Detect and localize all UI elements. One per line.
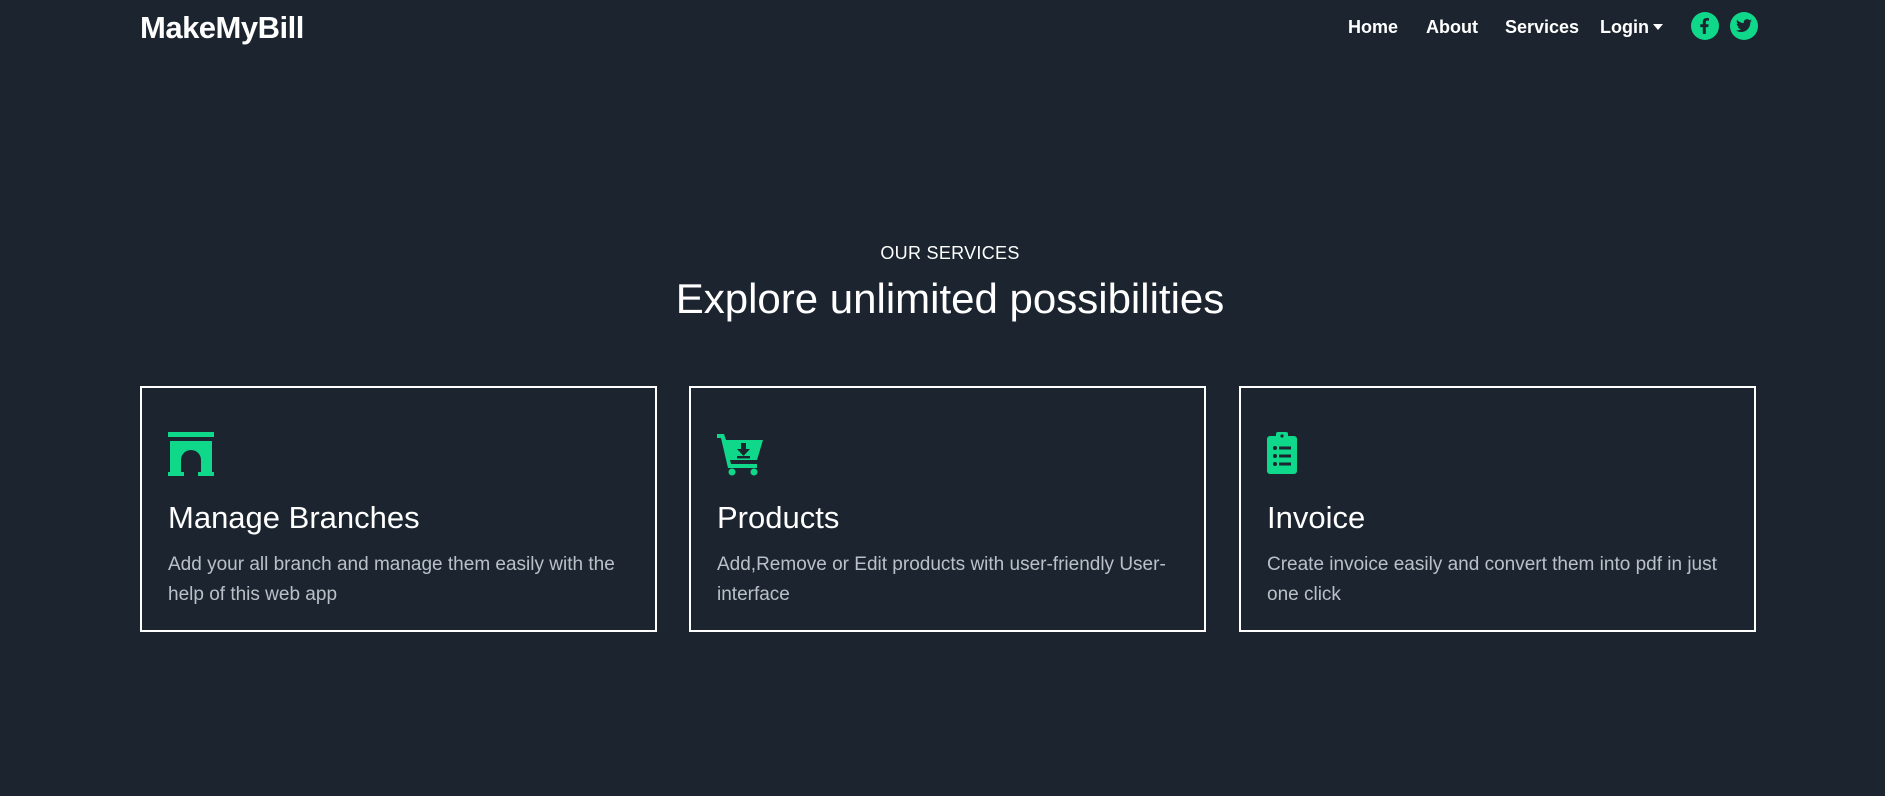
login-label: Login	[1600, 17, 1649, 37]
service-card-invoice[interactable]: Invoice Create invoice easily and conver…	[1239, 386, 1756, 632]
page: MakeMyBill Home About Services Login OUR…	[0, 0, 1885, 796]
nav-link-about[interactable]: About	[1426, 17, 1478, 38]
card-description: Add your all branch and manage them easi…	[168, 554, 615, 605]
archway-icon	[168, 432, 216, 476]
card-description: Add,Remove or Edit products with user-fr…	[717, 554, 1166, 605]
service-card-products[interactable]: Products Add,Remove or Edit products wit…	[689, 386, 1206, 632]
navbar: MakeMyBill Home About Services Login	[0, 0, 1885, 56]
caret-down-icon	[1652, 24, 1663, 30]
nav-link-services[interactable]: Services	[1505, 17, 1579, 38]
section-headline: Explore unlimited possibilities	[675, 275, 1225, 322]
facebook-icon[interactable]	[1691, 12, 1719, 40]
card-title: Products	[717, 500, 840, 535]
service-card-manage-branches[interactable]: Manage Branches Add your all branch and …	[140, 386, 657, 632]
card-description: Create invoice easily and convert them i…	[1267, 554, 1717, 605]
twitter-icon[interactable]	[1730, 12, 1758, 40]
card-title: Invoice	[1267, 500, 1366, 535]
card-title: Manage Branches	[168, 500, 420, 535]
nav-link-login-dropdown[interactable]: Login	[1600, 17, 1663, 38]
section-eyebrow: OUR SERVICES	[880, 243, 1020, 263]
cart-download-icon	[717, 432, 765, 476]
nav-link-home[interactable]: Home	[1348, 17, 1398, 38]
clipboard-list-icon	[1267, 432, 1315, 476]
brand-logo[interactable]: MakeMyBill	[140, 10, 304, 46]
